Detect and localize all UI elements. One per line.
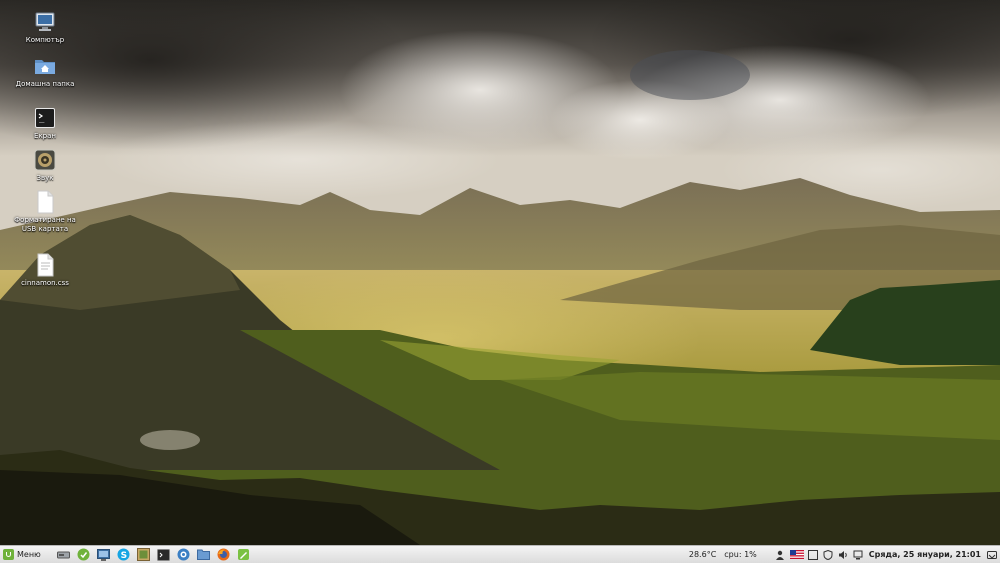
show-desktop-icon[interactable]: [986, 549, 997, 560]
skype-icon[interactable]: S: [117, 548, 131, 562]
terminal-launcher-icon[interactable]: [157, 548, 171, 562]
cpu-usage-readout[interactable]: cpu: 1%: [720, 550, 760, 559]
document-icon: [33, 190, 57, 214]
network-tray-icon[interactable]: [853, 549, 864, 560]
mint-update-icon[interactable]: [77, 548, 91, 562]
drive-icon[interactable]: [57, 548, 71, 562]
desktop-icon-label: cinnamon.css: [21, 279, 69, 287]
screenshot-icon[interactable]: [97, 548, 111, 562]
user-icon[interactable]: [775, 549, 786, 560]
desktop-icon-computer[interactable]: Компютър: [7, 10, 83, 45]
desktop-icon-label: Екран: [34, 132, 56, 140]
folder-icon[interactable]: [197, 548, 211, 562]
speaker-icon: [33, 148, 57, 172]
desktop-icon-label: Форматиране на USB картата: [14, 216, 76, 233]
terminal-icon: _: [33, 106, 57, 130]
window-icon[interactable]: [808, 549, 819, 560]
image-viewer-icon[interactable]: [137, 548, 151, 562]
bottom-panel: Меню S 28.6°C cpu: 1% Сряда, 25 януари, …: [0, 545, 1000, 563]
flag-us-icon[interactable]: [789, 549, 804, 560]
desktop-icon-label: Компютър: [25, 36, 65, 44]
svg-text:S: S: [121, 551, 127, 561]
desktop-icon-cinnamon-css[interactable]: cinnamon.css: [7, 253, 83, 288]
desktop-icon-sound[interactable]: Звук: [7, 148, 83, 183]
desktop-icon-label: Домашна папка: [15, 80, 75, 88]
menu-button-label: Меню: [17, 550, 41, 559]
mint-logo-icon: [3, 549, 14, 560]
firefox-icon[interactable]: [217, 548, 231, 562]
desktop-icon-home-folder[interactable]: Домашна папка: [7, 54, 83, 89]
shield-icon[interactable]: [823, 549, 834, 560]
network-icon[interactable]: [177, 548, 191, 562]
temperature-readout[interactable]: 28.6°C: [685, 550, 720, 559]
text-editor-icon[interactable]: [237, 548, 251, 562]
desktop-icon-label: Звук: [36, 174, 54, 182]
computer-icon: [33, 10, 57, 34]
menu-button[interactable]: Меню: [0, 547, 47, 563]
desktop-wallpaper[interactable]: [0, 0, 1000, 545]
clock[interactable]: Сряда, 25 януари, 21:01: [866, 550, 984, 559]
home-folder-icon: [33, 54, 57, 78]
desktop-icon-format-usb[interactable]: Форматиране на USB картата: [7, 190, 83, 234]
document-icon: [33, 253, 57, 277]
desktop-icon-screen[interactable]: _ Екран: [7, 106, 83, 141]
volume-icon[interactable]: [838, 549, 849, 560]
